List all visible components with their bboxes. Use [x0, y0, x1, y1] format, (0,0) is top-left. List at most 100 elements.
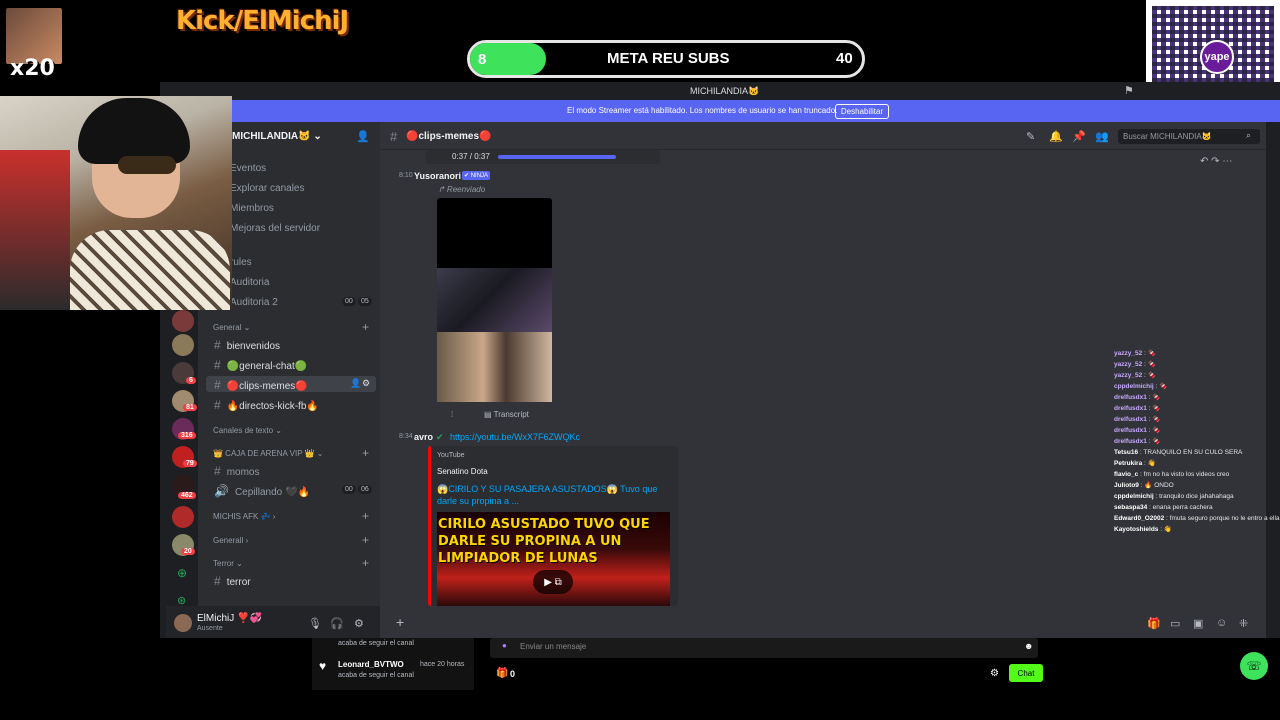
add-channel-icon[interactable]: + [362, 556, 369, 570]
chat-text: 🍫 [1152, 405, 1161, 412]
disable-streamer-mode-button[interactable]: Deshabilitar [835, 104, 889, 119]
user-name[interactable]: ElMichiJ ❣️💞 [197, 613, 262, 624]
nav-members[interactable]: Miembros [230, 203, 274, 214]
category-generall[interactable]: Generall › [213, 536, 248, 545]
chat-message: Petrukira : 👋 [1114, 460, 1156, 467]
server-name[interactable]: MICHILANDIA🐱 ⌄ [232, 131, 322, 142]
channel-hash-icon: # [390, 129, 398, 144]
add-server-icon[interactable]: ⊕ [177, 566, 187, 580]
channel-general-chat[interactable]: # 🟢general-chat🟢 [214, 358, 307, 372]
channel-momos[interactable]: # momos [214, 464, 259, 478]
members-icon[interactable]: 👥 [1095, 130, 1109, 143]
server-badge: 20 [181, 548, 195, 555]
avatar[interactable] [174, 614, 192, 632]
server-icon[interactable] [172, 310, 194, 332]
channel-terror[interactable]: # terror [214, 574, 251, 588]
chat-text: fm no ha visto los videos creo [1143, 471, 1230, 478]
threads-icon[interactable]: ✎ [1026, 130, 1035, 143]
video-control-icon[interactable]: ⁞ [451, 410, 453, 419]
add-channel-icon[interactable]: + [362, 446, 369, 460]
support-icon[interactable]: ☏ [1240, 652, 1268, 680]
chat-message: yazzy_52 : 🍫 [1114, 361, 1156, 368]
gif-icon[interactable]: ▭ [1170, 617, 1180, 630]
user-settings-icon[interactable]: ⚙ [354, 617, 364, 630]
chat-username[interactable]: drelfusdx1 [1114, 438, 1147, 445]
voice-user-limit: 06 [358, 485, 372, 494]
add-channel-icon[interactable]: + [362, 533, 369, 547]
add-channel-icon[interactable]: + [362, 320, 369, 334]
chat-username[interactable]: cppdelmichij [1114, 493, 1154, 500]
play-icon[interactable]: ▶ ⧉ [533, 570, 573, 594]
channel-rules[interactable]: rules [230, 257, 252, 268]
bell-icon[interactable]: 🔔 [1049, 130, 1063, 143]
chat-username[interactable]: drelfusdx1 [1114, 427, 1147, 434]
chat-username[interactable]: Tetsu16 [1114, 449, 1138, 456]
chat-username[interactable]: sebaspa34 [1114, 504, 1147, 511]
nav-browse-channels[interactable]: Explorar canales [230, 183, 304, 194]
channel-settings-icon[interactable]: ⚙ [362, 378, 370, 389]
apps-icon[interactable]: ⁜ [1239, 617, 1248, 630]
emoji-icon[interactable]: ☺ [1216, 617, 1227, 629]
chat-username[interactable]: Kayotoshields [1114, 526, 1158, 533]
server-icon[interactable] [172, 334, 194, 356]
chat-username[interactable]: yazzy_52 [1114, 372, 1142, 379]
gift-icon[interactable]: 🎁 [1147, 617, 1161, 630]
chat-username[interactable]: flavio_c [1114, 471, 1138, 478]
voice-channel-cepillando[interactable]: 🔊 Cepillando 🖤🔥 [214, 484, 310, 498]
chat-settings-icon[interactable]: ⚙ [990, 668, 999, 679]
embed-title[interactable]: 😱CIRILO Y SU PASAJERA ASUSTADOS😱 Tuvo qu… [437, 483, 662, 507]
kick-chat-log: yazzy_52 : 🍫 yazzy_52 : 🍫 yazzy_52 : 🍫 cppd… [1114, 348, 1280, 535]
chat-send-button[interactable]: Chat [1009, 664, 1043, 682]
add-attachment-icon[interactable]: + [396, 614, 404, 630]
headphones-icon[interactable]: 🎧 [330, 617, 344, 630]
audio-progress[interactable] [498, 155, 616, 159]
sub-goal-current: 8 [478, 51, 487, 68]
invite-icon[interactable]: 👤 [356, 130, 370, 143]
channel-clips-memes[interactable]: # 🔴clips-memes🔴 [214, 378, 308, 392]
server-badge: 462 [178, 492, 196, 499]
category-text-channels[interactable]: Canales de texto ⌄ [213, 426, 282, 435]
nav-events[interactable]: Eventos [230, 163, 266, 174]
category-general[interactable]: General ⌄ [213, 323, 250, 332]
nav-server-boosts[interactable]: Mejoras del servidor [230, 223, 320, 234]
voice-channel-auditoria-2[interactable]: Auditoria 2 [230, 297, 278, 308]
chat-text: TRANQUILO EN SU CULO SERA [1143, 449, 1243, 456]
transcript-link[interactable]: ▤ Transcript [484, 410, 529, 419]
server-badge: 6 [186, 377, 196, 384]
message-author[interactable]: Yusoranori [414, 171, 461, 181]
chat-username[interactable]: yazzy_52 [1114, 350, 1142, 357]
chat-username[interactable]: drelfusdx1 [1114, 394, 1147, 401]
inbox-icon[interactable]: ⚑ [1124, 84, 1134, 97]
emote-icon[interactable]: ● [502, 641, 507, 650]
search-icon[interactable]: ⌕ [1246, 130, 1251, 141]
server-icon[interactable] [172, 506, 194, 528]
message-author[interactable]: avro [414, 432, 433, 442]
chat-username[interactable]: Petrukira [1114, 460, 1142, 467]
sticker-icon[interactable]: ▣ [1193, 617, 1203, 630]
gift-icon[interactable]: 🎁 [496, 668, 508, 679]
invite-members-icon[interactable]: 👤 [350, 378, 361, 389]
chat-username[interactable]: Edward0_O2002 [1114, 515, 1164, 522]
chat-username[interactable]: cppdelmichij [1114, 383, 1154, 390]
chat-message: drelfusdx1 : 🍫 [1114, 416, 1161, 423]
category-michis-afk[interactable]: MICHIS AFK 💤 › [213, 512, 275, 521]
add-channel-icon[interactable]: + [362, 509, 369, 523]
youtube-link[interactable]: https://youtu.be/WxX7F6ZWQKc [450, 432, 580, 442]
microphone-icon[interactable]: 🎙 [308, 617, 322, 630]
category-vip[interactable]: 👑 CAJA DE ARENA VIP 👑 ⌄ [213, 449, 324, 458]
heart-icon: ♥ [319, 659, 327, 673]
embed-author[interactable]: Senatino Dota [437, 467, 488, 476]
chat-username[interactable]: drelfusdx1 [1114, 405, 1147, 412]
pin-icon[interactable]: 📌 [1072, 130, 1086, 143]
message-actions-icon[interactable]: ↶ ↷ ⋯ [1200, 156, 1232, 167]
chat-username[interactable]: Julioto9 [1114, 482, 1139, 489]
category-terror[interactable]: Terror ⌄ [213, 559, 243, 568]
chat-username[interactable]: drelfusdx1 [1114, 416, 1147, 423]
emoji-icon[interactable]: ☻ [1024, 641, 1033, 651]
voice-channel-auditoria[interactable]: Auditoria [230, 277, 269, 288]
search-input[interactable]: Buscar MICHILANDIA🐱 [1118, 129, 1260, 144]
chat-username[interactable]: yazzy_52 [1114, 361, 1142, 368]
channel-bienvenidos[interactable]: # bienvenidos [214, 338, 280, 352]
webcam-person-shirt [70, 230, 230, 310]
channel-directos-kick-fb[interactable]: # 🔥directos-kick-fb🔥 [214, 398, 319, 412]
